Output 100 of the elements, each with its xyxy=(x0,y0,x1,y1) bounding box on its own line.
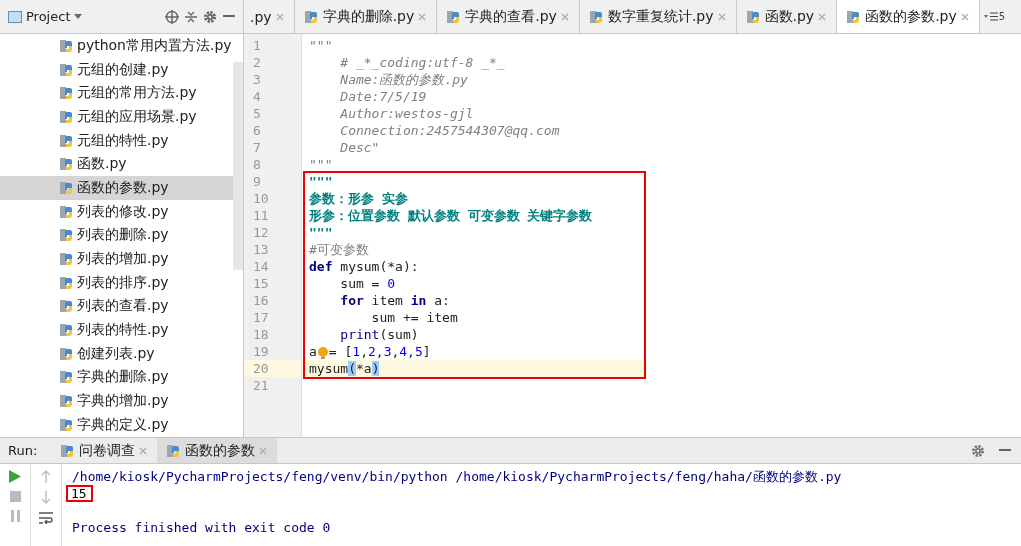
settings-icon[interactable] xyxy=(203,9,217,24)
python-file-icon xyxy=(589,8,604,25)
python-file-icon xyxy=(60,85,74,102)
line-number: 8 xyxy=(252,156,262,173)
file-tree-item[interactable]: 字典的删除.py xyxy=(0,365,233,390)
code-line: Desc" xyxy=(339,139,381,156)
caret-icon xyxy=(74,14,83,19)
code-line: a = [1,2,3,4,5] xyxy=(308,343,432,360)
file-tree-item[interactable]: 列表的查看.py xyxy=(0,294,233,319)
minimize-icon[interactable] xyxy=(223,15,235,18)
close-icon[interactable] xyxy=(960,12,969,21)
collapse-icon[interactable] xyxy=(185,9,197,24)
python-file-icon xyxy=(60,37,74,54)
line-number: 7 xyxy=(252,139,262,156)
python-file-icon xyxy=(60,132,74,149)
output-text: Process finished with exit code 0 xyxy=(72,520,331,535)
code-line: #可变参数 xyxy=(308,241,370,258)
line-number: 9 xyxy=(252,173,262,190)
line-number: 19 xyxy=(252,343,270,360)
panel-title: Project xyxy=(26,9,71,24)
code-line: Date:7/5/19 xyxy=(339,88,428,105)
minimize-icon[interactable] xyxy=(999,449,1011,452)
file-tree-item[interactable]: 元组的应用场景.py xyxy=(0,105,233,129)
python-file-icon xyxy=(60,416,74,433)
line-number: 15 xyxy=(252,275,270,292)
file-tree-item[interactable]: 元组的创建.py xyxy=(0,57,233,82)
file-tree-item[interactable]: 列表的增加.py xyxy=(0,247,233,271)
close-icon[interactable] xyxy=(418,12,427,21)
line-number: 17 xyxy=(252,309,270,326)
file-tree-item[interactable]: 元组的特性.py xyxy=(0,128,233,153)
soft-wrap-icon[interactable] xyxy=(39,512,53,524)
code-line: # _*_coding:utf-8 _*_ xyxy=(339,54,506,71)
lightbulb-icon[interactable] xyxy=(316,345,329,360)
editor-tab[interactable]: 函数的参数.py xyxy=(837,0,980,33)
code-line: """ xyxy=(308,156,334,173)
code-line: sum += item xyxy=(370,309,459,326)
python-file-icon xyxy=(746,8,761,25)
line-number: 3 xyxy=(252,71,262,88)
run-label: Run: xyxy=(7,443,39,458)
code-line: print(sum) xyxy=(339,326,420,343)
file-tree-item[interactable]: 字典的定义.py xyxy=(0,413,233,437)
close-icon[interactable] xyxy=(717,12,726,21)
python-file-icon xyxy=(60,156,74,173)
python-file-icon xyxy=(60,179,74,196)
code-line: """ xyxy=(308,224,334,241)
settings-icon[interactable] xyxy=(971,443,985,458)
python-file-icon xyxy=(60,345,74,362)
line-number: 13 xyxy=(252,241,270,258)
file-tree-item[interactable]: python常用内置方法.py xyxy=(0,34,233,58)
code-line: 形参：位置参数 默认参数 可变参数 关键字参数 xyxy=(308,207,594,224)
file-tree-item[interactable]: 列表的排序.py xyxy=(0,270,233,295)
python-file-icon xyxy=(60,203,74,220)
python-file-icon xyxy=(60,227,74,244)
file-tree-item[interactable]: 列表的修改.py xyxy=(0,199,233,224)
output-text: /home/kiosk/PycharmProjects/feng/venv/bin/python /home/kiosk/PycharmProjects/feng/haha/函数的参数.py xyxy=(72,469,842,484)
file-tree-item[interactable]: 列表的特性.py xyxy=(0,318,233,342)
close-icon[interactable] xyxy=(560,12,569,21)
file-tree-item[interactable]: 字典的增加.py xyxy=(0,389,233,413)
python-file-icon xyxy=(60,108,74,125)
python-file-icon xyxy=(60,61,74,78)
run-tab[interactable]: 函数的参数 xyxy=(157,438,278,463)
close-icon[interactable] xyxy=(139,446,148,455)
file-tree-item[interactable]: 创建列表.py xyxy=(0,341,233,366)
code-line: Connection:2457544307@qq.com xyxy=(339,122,561,139)
python-file-icon xyxy=(60,322,74,339)
python-file-icon xyxy=(60,251,74,268)
line-number: 6 xyxy=(252,122,262,139)
python-file-icon xyxy=(60,298,74,315)
file-tree-item[interactable]: 函数的参数.py xyxy=(0,176,233,200)
pause-icon[interactable] xyxy=(10,510,20,522)
target-icon[interactable] xyxy=(165,9,179,24)
scrollbar-thumb[interactable] xyxy=(233,62,243,270)
close-icon[interactable] xyxy=(259,446,268,455)
up-arrow-icon[interactable] xyxy=(41,470,51,483)
line-number: 14 xyxy=(252,258,270,275)
tab-overflow-button[interactable]: 5 xyxy=(979,0,1010,33)
code-line: 参数：形参 实参 xyxy=(308,190,409,207)
file-tree-item[interactable]: 元组的常用方法.py xyxy=(0,81,233,106)
code-line: """ xyxy=(308,37,334,54)
python-file-icon xyxy=(60,393,74,410)
line-number: 5 xyxy=(252,105,262,122)
python-file-icon xyxy=(60,274,74,291)
close-icon[interactable] xyxy=(818,12,827,21)
file-tree-item[interactable]: 函数.py xyxy=(0,152,233,177)
line-number: 1 xyxy=(252,37,262,54)
line-number: 11 xyxy=(252,207,270,224)
line-number: 4 xyxy=(252,88,262,105)
line-number: 10 xyxy=(252,190,270,207)
project-view-dropdown[interactable]: Project xyxy=(8,9,83,24)
line-number: 20 xyxy=(244,360,301,377)
python-file-icon xyxy=(304,8,319,25)
line-number: 21 xyxy=(252,377,270,394)
down-arrow-icon[interactable] xyxy=(41,491,51,504)
close-icon[interactable] xyxy=(275,12,284,21)
run-icon[interactable] xyxy=(9,470,21,483)
file-tree-item[interactable]: 列表的删除.py xyxy=(0,223,233,248)
list-icon xyxy=(983,12,998,21)
line-number: 2 xyxy=(252,54,262,71)
stop-icon[interactable] xyxy=(9,491,21,502)
python-file-icon xyxy=(61,442,76,459)
